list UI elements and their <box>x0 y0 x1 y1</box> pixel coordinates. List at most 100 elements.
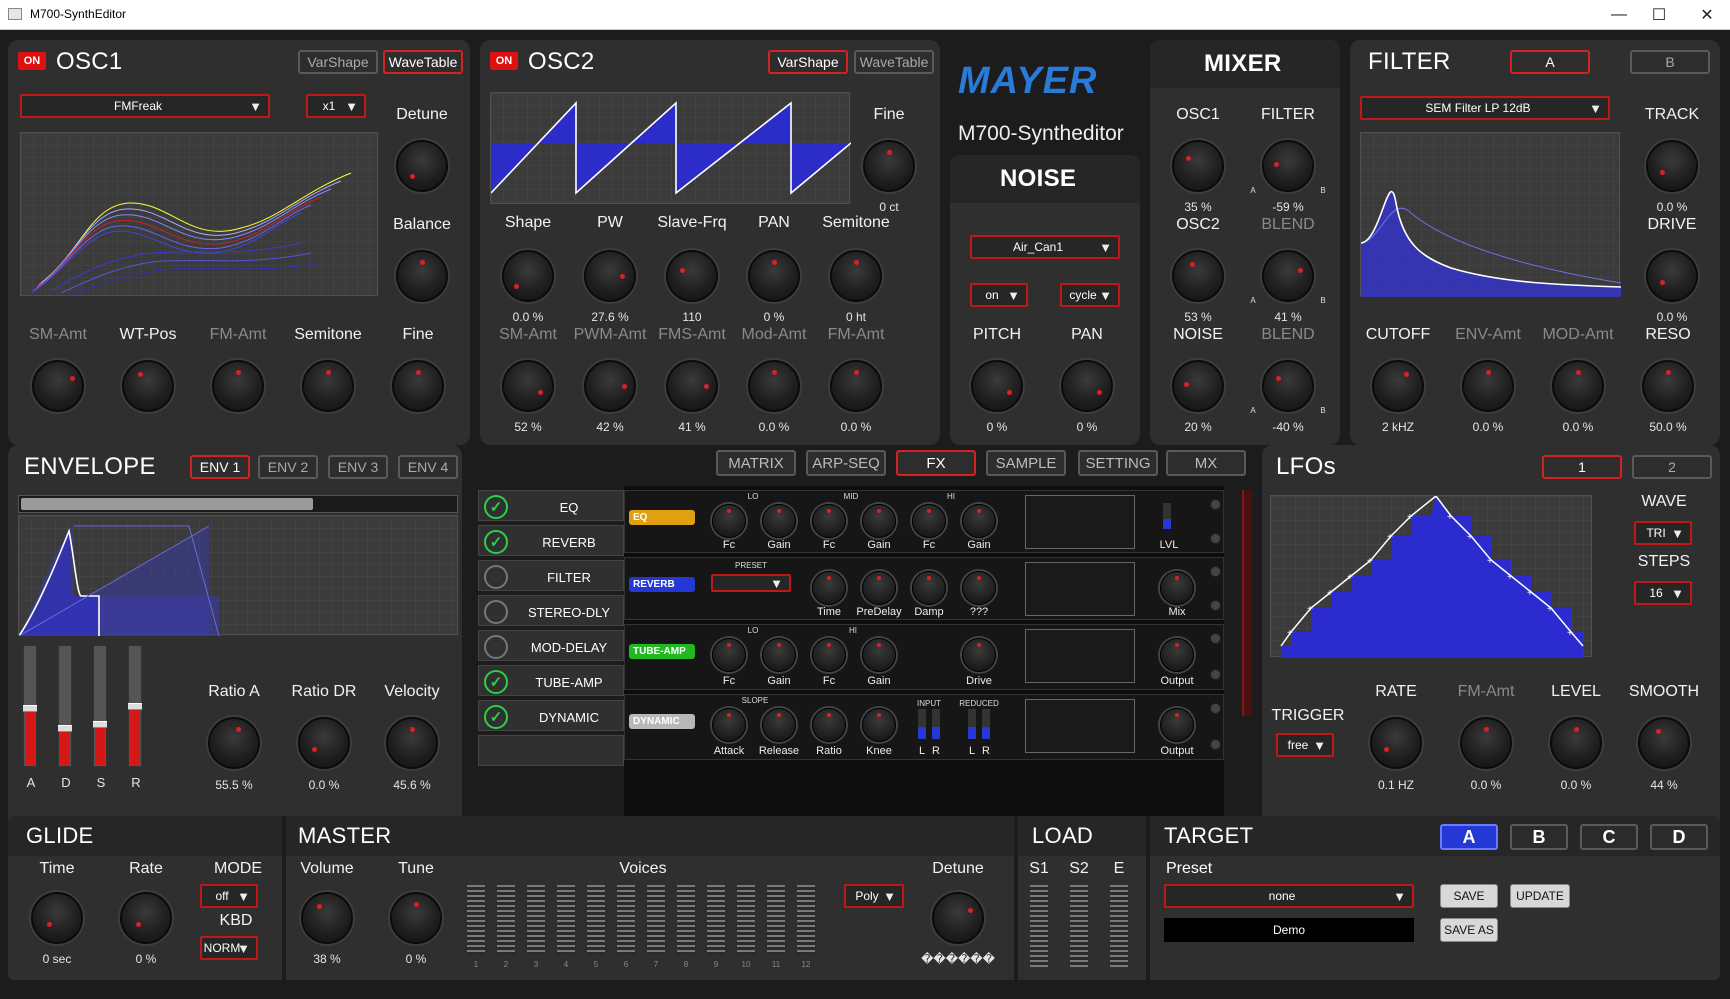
noise-pan-knob[interactable] <box>1061 360 1113 412</box>
dynamic-release-knob[interactable] <box>762 708 796 742</box>
eq-lo-fc-knob[interactable] <box>712 504 746 538</box>
env-attack-fader[interactable] <box>23 645 37 767</box>
tube-drive-knob[interactable] <box>962 638 996 672</box>
reverb-time-knob[interactable] <box>812 571 846 605</box>
fx-row-reverb[interactable]: ✓ REVERB <box>478 525 624 556</box>
fx-scrollbar[interactable] <box>1242 490 1252 716</box>
osc2-shape-knob[interactable] <box>502 250 554 302</box>
osc1-detune-knob[interactable] <box>396 140 448 192</box>
env-sustain-fader[interactable] <box>93 645 107 767</box>
osc1-mult-select[interactable]: x1 ▼ <box>306 94 366 118</box>
target-d-button[interactable]: D <box>1650 824 1708 850</box>
update-button[interactable]: UPDATE <box>1510 884 1570 908</box>
tab-sample[interactable]: SAMPLE <box>986 450 1066 476</box>
filter-tab-a[interactable]: A <box>1510 50 1590 74</box>
master-tune-knob[interactable] <box>390 892 442 944</box>
envelope-scroll-track[interactable] <box>18 495 458 513</box>
lfo-level-knob[interactable] <box>1550 717 1602 769</box>
tube-lo-gain-knob[interactable] <box>762 638 796 672</box>
tube-hi-gain-knob[interactable] <box>862 638 896 672</box>
osc1-wavetable-button[interactable]: WaveTable <box>383 50 463 74</box>
fx-row-empty[interactable] <box>478 735 624 766</box>
env-release-fader[interactable] <box>128 645 142 767</box>
lfo-wave-select[interactable]: TRI ▼ <box>1634 521 1692 545</box>
mixer-filter-knob[interactable] <box>1262 140 1314 192</box>
osc1-fm-amt-knob[interactable] <box>212 360 264 412</box>
osc2-varshape-button[interactable]: VarShape <box>768 50 848 74</box>
reverb-damp-knob[interactable] <box>912 571 946 605</box>
filter-env-amt-knob[interactable] <box>1462 360 1514 412</box>
fx-eq-checkbox[interactable]: ✓ <box>484 495 508 519</box>
osc2-pwm-amt-knob[interactable] <box>584 360 636 412</box>
mixer-noise-knob[interactable] <box>1172 360 1224 412</box>
osc1-on-button[interactable]: ON <box>18 52 46 70</box>
osc1-varshape-button[interactable]: VarShape <box>298 50 378 74</box>
noise-on-select[interactable]: on ▼ <box>970 283 1028 307</box>
fx-stereo-dly-checkbox[interactable] <box>484 600 508 624</box>
dynamic-ratio-knob[interactable] <box>812 708 846 742</box>
glide-kbd-select[interactable]: NORM ▼ <box>200 936 258 960</box>
glide-mode-select[interactable]: off ▼ <box>200 884 258 908</box>
master-volume-knob[interactable] <box>301 892 353 944</box>
target-b-button[interactable]: B <box>1510 824 1568 850</box>
osc1-semitone-knob[interactable] <box>302 360 354 412</box>
osc2-on-button[interactable]: ON <box>490 52 518 70</box>
filter-tab-b[interactable]: B <box>1630 50 1710 74</box>
tab-setting[interactable]: SETTING <box>1078 450 1158 476</box>
dynamic-output-knob[interactable] <box>1160 708 1194 742</box>
eq-mid-gain-knob[interactable] <box>862 504 896 538</box>
mixer-osc1-knob[interactable] <box>1172 140 1224 192</box>
filter-track-knob[interactable] <box>1646 140 1698 192</box>
fx-mod-delay-checkbox[interactable] <box>484 635 508 659</box>
glide-rate-knob[interactable] <box>120 892 172 944</box>
fx-row-dynamic[interactable]: ✓ DYNAMIC <box>478 700 624 731</box>
osc2-mod-amt-knob[interactable] <box>748 360 800 412</box>
reverb-unknown-knob[interactable] <box>962 571 996 605</box>
reverb-mix-knob[interactable] <box>1160 571 1194 605</box>
target-name-field[interactable]: Demo <box>1164 918 1414 942</box>
osc2-slave-frq-knob[interactable] <box>666 250 718 302</box>
env-tab-3[interactable]: ENV 3 <box>328 455 388 479</box>
dynamic-attack-knob[interactable] <box>712 708 746 742</box>
noise-cycle-select[interactable]: cycle ▼ <box>1060 283 1120 307</box>
dynamic-knee-knob[interactable] <box>862 708 896 742</box>
reverb-preset-select[interactable]: ▼ <box>711 574 791 592</box>
lfo-trigger-select[interactable]: free ▼ <box>1276 733 1334 757</box>
lfo-steps-select[interactable]: 16 ▼ <box>1634 581 1692 605</box>
eq-lo-gain-knob[interactable] <box>762 504 796 538</box>
tube-lo-fc-knob[interactable] <box>712 638 746 672</box>
tube-output-knob[interactable] <box>1160 638 1194 672</box>
master-poly-select[interactable]: Poly ▼ <box>844 884 904 908</box>
osc1-wave-select[interactable]: FMFreak ▼ <box>20 94 270 118</box>
osc2-fm-amt-knob[interactable] <box>830 360 882 412</box>
lfo-tab-1[interactable]: 1 <box>1542 455 1622 479</box>
close-button[interactable]: ✕ <box>1684 0 1730 30</box>
save-button[interactable]: SAVE <box>1440 884 1498 908</box>
fx-filter-checkbox[interactable] <box>484 565 508 589</box>
noise-pitch-knob[interactable] <box>971 360 1023 412</box>
target-preset-select[interactable]: none ▼ <box>1164 884 1414 908</box>
filter-reso-knob[interactable] <box>1642 360 1694 412</box>
filter-mod-amt-knob[interactable] <box>1552 360 1604 412</box>
filter-cutoff-knob[interactable] <box>1372 360 1424 412</box>
target-a-button[interactable]: A <box>1440 824 1498 850</box>
master-detune-knob[interactable] <box>932 892 984 944</box>
mixer-blend1-knob[interactable] <box>1262 250 1314 302</box>
osc1-fine-knob[interactable] <box>392 360 444 412</box>
mixer-blend2-knob[interactable] <box>1262 360 1314 412</box>
osc1-wt-pos-knob[interactable] <box>122 360 174 412</box>
tab-matrix[interactable]: MATRIX <box>716 450 796 476</box>
fx-row-mod-delay[interactable]: MOD-DELAY <box>478 630 624 661</box>
lfo-fm-amt-knob[interactable] <box>1460 717 1512 769</box>
env-tab-1[interactable]: ENV 1 <box>190 455 250 479</box>
envelope-scroll-thumb[interactable] <box>21 498 313 510</box>
fx-row-eq[interactable]: ✓ EQ <box>478 490 624 521</box>
fx-tube-amp-checkbox[interactable]: ✓ <box>484 670 508 694</box>
lfo-rate-knob[interactable] <box>1370 717 1422 769</box>
mixer-osc2-knob[interactable] <box>1172 250 1224 302</box>
osc2-sm-amt-knob[interactable] <box>502 360 554 412</box>
tab-arp-seq[interactable]: ARP-SEQ <box>806 450 886 476</box>
lfo-smooth-knob[interactable] <box>1638 717 1690 769</box>
lfo-tab-2[interactable]: 2 <box>1632 455 1712 479</box>
tab-mx[interactable]: MX <box>1166 450 1246 476</box>
